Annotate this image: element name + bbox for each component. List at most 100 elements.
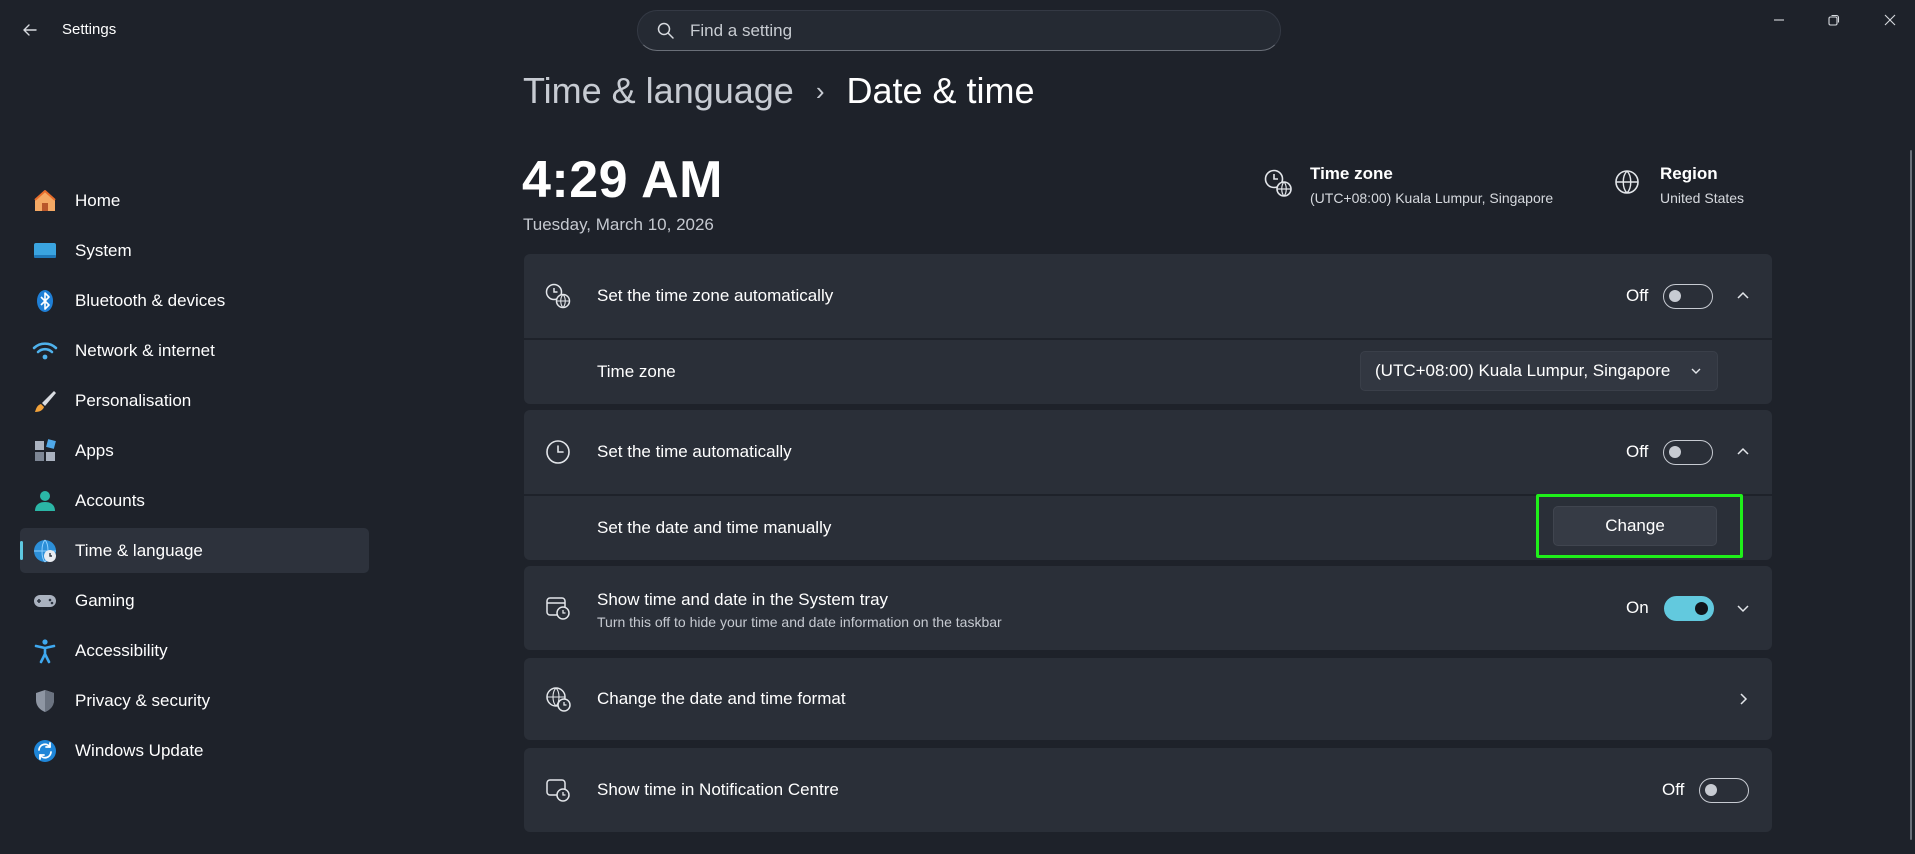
toggle-state-label: On	[1626, 598, 1649, 617]
region-title: Region	[1660, 164, 1718, 183]
wifi-icon	[32, 338, 58, 364]
auto-timezone-toggle-group: Off	[1626, 283, 1714, 309]
scrollbar[interactable]	[1910, 150, 1912, 840]
notification-row[interactable]: Show time in Notification Centre Off	[524, 748, 1772, 832]
minimize-button[interactable]	[1756, 6, 1802, 34]
sidebar-item-gaming[interactable]: Gaming	[20, 578, 369, 623]
home-icon	[32, 188, 58, 214]
region-info: Region United States	[1613, 164, 1744, 206]
sidebar-item-label: Bluetooth & devices	[75, 290, 226, 310]
auto-timezone-card: Set the time zone automatically Off Time…	[524, 254, 1772, 404]
chevron-up-icon[interactable]	[1731, 440, 1755, 464]
sidebar-item-accessibility[interactable]: Accessibility	[20, 628, 369, 673]
sidebar-item-label: Personalisation	[75, 390, 192, 410]
timezone-selected-value: (UTC+08:00) Kuala Lumpur, Singapore	[1375, 361, 1671, 380]
clock-globe-icon	[544, 282, 572, 310]
page-title: Date & time	[846, 70, 1035, 111]
restore-button[interactable]	[1811, 6, 1857, 34]
toggle-state-label: Off	[1626, 286, 1649, 305]
sidebar-item-network-internet[interactable]: Network & internet	[20, 328, 369, 373]
sidebar-item-personalisation[interactable]: Personalisation	[20, 378, 369, 423]
sidebar-item-label: Accessibility	[75, 640, 168, 660]
sidebar-item-label: Time & language	[75, 540, 203, 560]
gamepad-icon	[32, 588, 58, 614]
auto-timezone-toggle[interactable]	[1663, 283, 1714, 309]
system-tray-toggle[interactable]	[1663, 595, 1714, 621]
timezone-info: Time zone (UTC+08:00) Kuala Lumpur, Sing…	[1263, 164, 1553, 206]
date-format-card: Change the date and time format	[524, 658, 1772, 740]
system-tray-text: Show time and date in the System tray Tu…	[597, 590, 1002, 630]
sidebar-item-label: Network & internet	[75, 340, 215, 360]
timezone-title: Time zone	[1310, 164, 1393, 183]
change-button[interactable]: Change	[1553, 506, 1717, 546]
system-tray-toggle-group: On	[1626, 595, 1714, 621]
auto-time-row[interactable]: Set the time automatically Off	[524, 410, 1772, 494]
sidebar-item-home[interactable]: Home	[20, 178, 369, 223]
sidebar-item-system[interactable]: System	[20, 228, 369, 273]
minimize-icon	[1774, 19, 1784, 21]
settings-window: Settings Home System	[0, 0, 1915, 854]
clock-icon	[544, 438, 572, 466]
back-button[interactable]	[14, 14, 46, 46]
title-bar: Settings	[0, 0, 1915, 60]
sidebar-item-label: Windows Update	[75, 740, 204, 760]
timezone-value: (UTC+08:00) Kuala Lumpur, Singapore	[1310, 190, 1554, 206]
sidebar-item-bluetooth-devices[interactable]: Bluetooth & devices	[20, 278, 369, 323]
sidebar-item-accounts[interactable]: Accounts	[20, 478, 369, 523]
manual-time-row: Set the date and time manually Change	[524, 494, 1772, 560]
chevron-right-icon[interactable]	[1731, 687, 1755, 711]
toggle-state-label: Off	[1626, 442, 1649, 461]
auto-timezone-label: Set the time zone automatically	[597, 286, 834, 305]
auto-time-card: Set the time automatically Off Set the d…	[524, 410, 1772, 560]
accessibility-icon	[32, 638, 58, 664]
breadcrumb-parent[interactable]: Time & language	[523, 70, 794, 112]
calendar-clock-icon	[544, 594, 572, 622]
sidebar-item-apps[interactable]: Apps	[20, 428, 369, 473]
chevron-down-icon	[1691, 368, 1701, 374]
notification-toggle[interactable]	[1699, 777, 1750, 803]
sidebar-item-label: Accounts	[75, 490, 145, 510]
sidebar-item-label: Privacy & security	[75, 690, 211, 710]
sidebar-item-label: Home	[75, 190, 121, 210]
bluetooth-icon	[32, 288, 58, 314]
system-tray-label: Show time and date in the System tray	[597, 590, 889, 609]
search-icon	[656, 21, 676, 41]
sidebar-item-label: Apps	[75, 440, 114, 460]
search-input[interactable]	[690, 20, 1250, 41]
account-icon	[32, 488, 58, 514]
sidebar-item-windows-update[interactable]: Windows Update	[20, 728, 369, 773]
notification-card: Show time in Notification Centre Off	[524, 748, 1772, 832]
sidebar-nav: Home System Bluetooth & devices Network …	[20, 178, 369, 778]
chevron-up-icon[interactable]	[1731, 284, 1755, 308]
breadcrumb: Time & language › Date & time	[523, 70, 1035, 112]
system-tray-card: Show time and date in the System tray Tu…	[524, 566, 1772, 650]
chevron-down-icon[interactable]	[1731, 596, 1755, 620]
close-button[interactable]	[1867, 6, 1913, 34]
manual-time-label: Set the date and time manually	[597, 518, 832, 537]
breadcrumb-separator: ›	[815, 75, 825, 106]
sidebar-item-label: Gaming	[75, 590, 135, 610]
system-tray-row[interactable]: Show time and date in the System tray Tu…	[524, 566, 1772, 650]
search-box[interactable]	[637, 10, 1281, 51]
auto-time-toggle-group: Off	[1626, 439, 1714, 465]
app-title: Settings	[62, 21, 117, 38]
clock-globe-icon	[1264, 169, 1292, 197]
shield-icon	[32, 688, 58, 714]
close-icon	[1884, 14, 1896, 26]
time-language-icon	[32, 538, 58, 564]
back-arrow-icon	[23, 24, 37, 36]
auto-time-toggle[interactable]	[1663, 439, 1714, 465]
globe-clock-icon	[544, 685, 572, 713]
notification-clock-icon	[544, 776, 572, 804]
auto-timezone-row[interactable]: Set the time zone automatically Off	[524, 254, 1772, 338]
system-icon	[32, 238, 58, 264]
sidebar-item-privacy-security[interactable]: Privacy & security	[20, 678, 369, 723]
notification-toggle-group: Off	[1662, 777, 1750, 803]
sidebar-item-time-language[interactable]: Time & language	[20, 528, 369, 573]
update-icon	[32, 738, 58, 764]
timezone-select[interactable]: (UTC+08:00) Kuala Lumpur, Singapore	[1360, 351, 1718, 391]
apps-icon	[32, 438, 58, 464]
region-value: United States	[1660, 190, 1745, 206]
timezone-row: Time zone (UTC+08:00) Kuala Lumpur, Sing…	[524, 340, 1772, 404]
date-format-row[interactable]: Change the date and time format	[524, 658, 1772, 740]
